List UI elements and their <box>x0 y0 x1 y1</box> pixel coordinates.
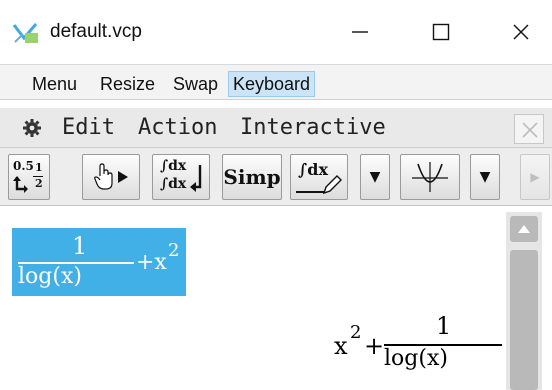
input-denominator: log(x) <box>18 264 82 289</box>
classpad-app-icon <box>12 23 38 43</box>
cp-menu-edit[interactable]: Edit <box>62 114 115 142</box>
integrate-draw-button[interactable]: ∫dx <box>290 154 348 200</box>
output-exponent: 2 <box>350 322 362 343</box>
input-exponent: 2 <box>168 240 180 261</box>
output-expression: x 2 + 1 log(x) <box>330 306 510 378</box>
input-numerator: 1 <box>72 232 88 260</box>
maximize-button[interactable] <box>414 8 468 56</box>
output-plus: + <box>364 332 385 360</box>
integral-convert-button[interactable]: ∫dx ∫dx <box>152 154 210 200</box>
integrate-options-dropdown[interactable]: ▼ <box>360 154 390 200</box>
toolbar: 0.5 1 2 ∫dx ∫dx Simp ∫dx ▼ ▼ ▶ <box>0 148 552 206</box>
decimal-label: 0.5 <box>13 159 34 173</box>
menu-item-menu[interactable]: Menu <box>28 71 81 97</box>
graph-button[interactable] <box>400 154 460 200</box>
output-base: x <box>334 332 348 360</box>
scroll-up-button[interactable] <box>510 216 538 242</box>
fraction-denominator: 2 <box>35 177 43 190</box>
simp-button[interactable]: Simp <box>222 154 282 200</box>
hand-pointer-icon <box>94 163 113 190</box>
maximize-icon <box>432 23 450 41</box>
graph-parabola-icon <box>412 162 448 192</box>
close-icon <box>522 122 538 138</box>
fraction-numerator: 1 <box>35 161 43 174</box>
drag-mode-button[interactable] <box>82 154 140 200</box>
decimal-fraction-toggle-button[interactable]: 0.5 1 2 <box>8 154 50 200</box>
minimize-icon <box>352 31 368 33</box>
menu-item-swap[interactable]: Swap <box>169 71 222 97</box>
selected-input-expression[interactable]: 1 log(x) +x 2 <box>12 228 186 296</box>
integral-bottom-label: ∫dx <box>160 176 187 192</box>
panel-close-button[interactable] <box>514 114 544 144</box>
scroll-thumb[interactable] <box>510 250 538 390</box>
classpad-menu-bar: Edit Action Interactive <box>0 108 552 148</box>
pencil-icon <box>322 175 342 195</box>
gear-icon[interactable] <box>22 118 42 138</box>
close-button[interactable] <box>494 8 548 56</box>
swap-arrows-icon <box>13 176 28 193</box>
menu-item-resize[interactable]: Resize <box>96 71 159 97</box>
input-plus-term: +x <box>136 250 167 275</box>
graph-options-dropdown[interactable]: ▼ <box>470 154 500 200</box>
cp-menu-interactive[interactable]: Interactive <box>240 114 386 142</box>
close-icon <box>513 24 529 40</box>
play-arrow-icon <box>118 171 128 183</box>
toolbar-next-button[interactable]: ▶ <box>520 154 550 200</box>
menu-item-keyboard[interactable]: Keyboard <box>228 71 316 97</box>
return-arrow-icon <box>190 165 202 192</box>
title-bar: default.vcp <box>0 0 552 64</box>
output-numerator: 1 <box>436 312 452 340</box>
triangle-up-icon <box>518 225 530 233</box>
window-title: default.vcp <box>50 21 142 42</box>
menu-bar: Menu Resize Swap Keyboard <box>0 64 552 100</box>
vertical-scrollbar[interactable] <box>506 212 542 390</box>
output-denominator: log(x) <box>384 346 448 371</box>
minimize-button[interactable] <box>333 8 387 56</box>
cp-menu-action[interactable]: Action <box>138 114 217 142</box>
integral-top-label: ∫dx <box>160 158 187 174</box>
